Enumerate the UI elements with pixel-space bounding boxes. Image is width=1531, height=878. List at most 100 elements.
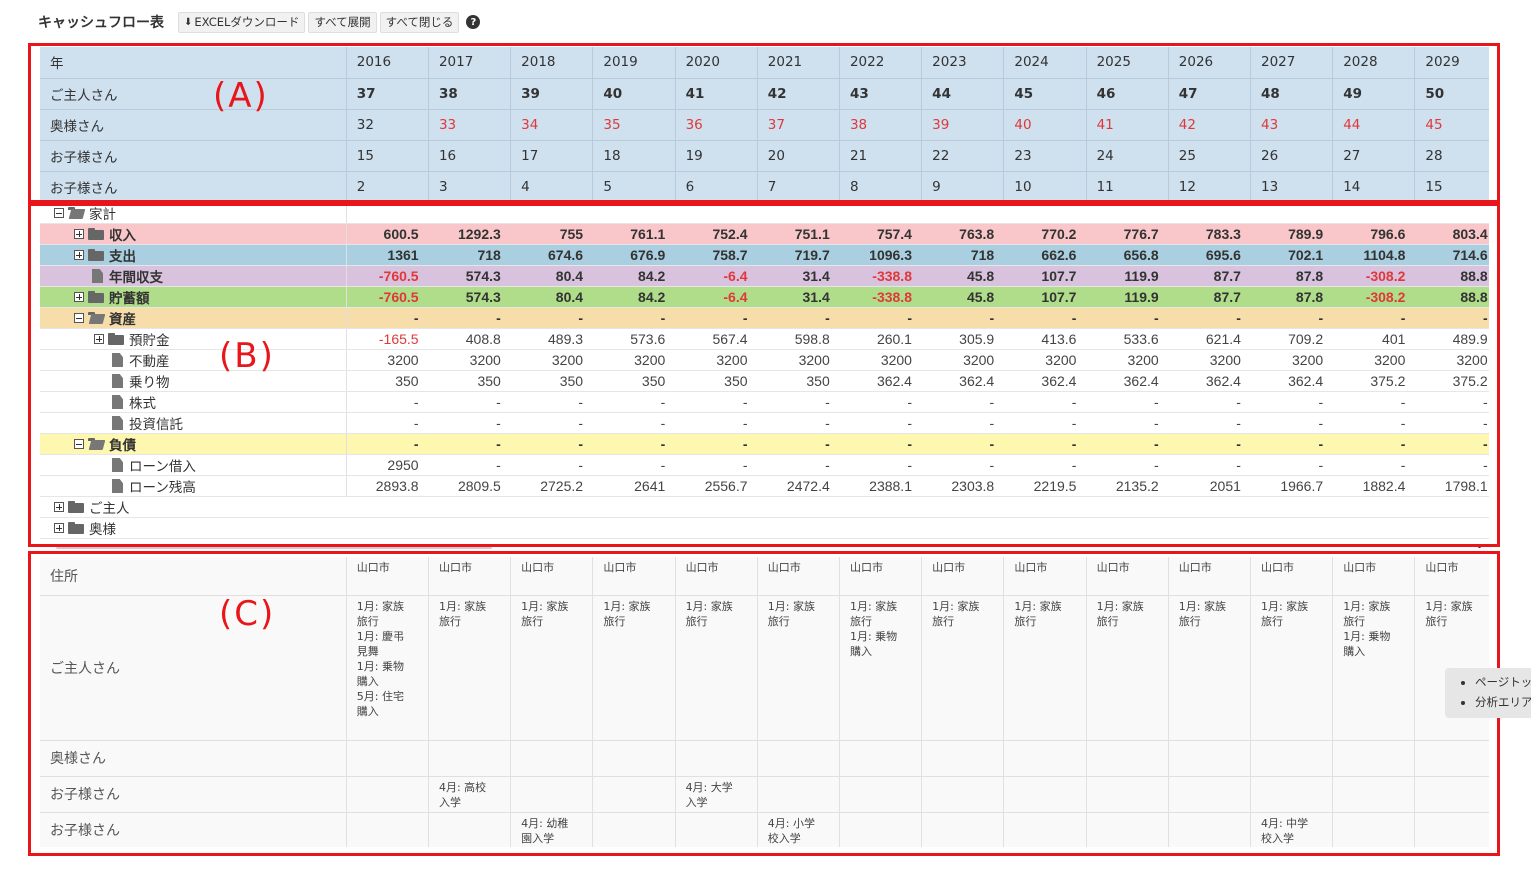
- finance-cell: 770.2: [1004, 223, 1087, 245]
- expand-all-button[interactable]: すべて展開: [308, 11, 377, 33]
- tree-node[interactable]: 乗り物: [40, 371, 345, 391]
- event-cell: [346, 740, 429, 777]
- finance-cell: 489.9: [1415, 328, 1489, 350]
- finance-cell: [921, 203, 1005, 224]
- finance-row-label: 預貯金: [40, 328, 347, 350]
- event-cell: 山口市: [346, 557, 429, 596]
- finance-cell: 695.6: [1168, 244, 1251, 266]
- event-text: 4月: 中学: [1260, 816, 1309, 830]
- finance-cell: 3200: [428, 349, 511, 371]
- event-cell: [1250, 776, 1334, 813]
- finance-cell: -: [839, 433, 922, 455]
- age-cell: 9: [921, 171, 1005, 200]
- tree-node[interactable]: 預貯金: [40, 329, 345, 349]
- tree-node[interactable]: 不動産: [40, 350, 345, 370]
- tree-node[interactable]: 年間収支: [40, 266, 345, 286]
- finance-cell: 3200: [510, 349, 594, 371]
- finance-cell: -: [593, 391, 676, 413]
- tree-node[interactable]: 負債: [40, 434, 345, 454]
- finance-cell: 3200: [1333, 349, 1416, 371]
- finance-cell: 1966.7: [1250, 475, 1334, 497]
- age-row-label: ご主人さん: [40, 78, 347, 110]
- finance-row-label: 不動産: [40, 349, 347, 371]
- finance-cell: 45.8: [921, 286, 1005, 308]
- age-cell: 2024: [1003, 47, 1087, 79]
- age-cell: 41: [1086, 109, 1169, 141]
- event-text: 1月: 乗物: [1343, 629, 1391, 643]
- age-cell: 2017: [428, 47, 512, 79]
- tree-node[interactable]: 収入: [40, 224, 345, 244]
- finance-cell: 3200: [346, 349, 429, 371]
- age-cell: 37: [757, 109, 840, 141]
- event-text: 旅行: [1096, 614, 1119, 628]
- finance-cell: 757.4: [839, 223, 922, 245]
- finance-cell: -: [1415, 433, 1489, 455]
- expand-icon[interactable]: [54, 523, 64, 533]
- expand-icon[interactable]: [54, 502, 64, 512]
- tree-node[interactable]: 奥様: [40, 518, 346, 538]
- event-cell: [510, 740, 594, 777]
- event-cell: 1月: 家族 旅行: [592, 595, 676, 741]
- collapse-icon[interactable]: [74, 439, 84, 449]
- help-icon[interactable]: ?: [466, 15, 481, 29]
- age-cell: 15: [1414, 171, 1489, 200]
- event-cell: [675, 812, 758, 847]
- event-cell: 1月: 家族 旅行 1月: 乗物 購入: [839, 595, 923, 741]
- tree-node[interactable]: お子様: [40, 539, 346, 541]
- finance-cell: -: [1168, 412, 1251, 434]
- age-cell: 40: [1003, 109, 1087, 141]
- event-cell: 4月: 中学 校入学: [1250, 812, 1334, 847]
- tree-node-label: 不動産: [129, 354, 170, 370]
- age-cell: 2: [346, 171, 429, 200]
- finance-row: ローン借入 2950- - - - - - - - - - - - -: [40, 454, 1489, 476]
- tree-node[interactable]: 家計: [40, 203, 345, 223]
- collapse-all-button[interactable]: すべて閉じる: [379, 11, 460, 33]
- finance-row-label: 負債: [40, 433, 347, 455]
- folder-icon: [88, 249, 104, 261]
- tree-node[interactable]: ご主人: [40, 497, 346, 517]
- menu-page-top[interactable]: ページトップ: [1475, 672, 1531, 692]
- event-text: 1月: 家族: [438, 599, 487, 613]
- finance-cell: 803.4: [1415, 223, 1489, 245]
- event-cell: 山口市: [510, 557, 594, 596]
- event-text: 4月: 小学: [767, 816, 815, 830]
- tree-node[interactable]: ローン残高: [40, 476, 345, 496]
- finance-cell: [510, 203, 594, 224]
- age-row-label: 奥様さん: [40, 109, 347, 141]
- expand-icon[interactable]: [74, 250, 84, 260]
- tree-node[interactable]: 投資信託: [40, 413, 345, 433]
- finance-cell: -: [346, 433, 429, 455]
- finance-cell: 107.7: [1004, 265, 1087, 287]
- collapse-icon[interactable]: [74, 313, 84, 323]
- excel-download-button[interactable]: ⬇ EXCELダウンロード: [178, 11, 306, 33]
- finance-cell: -: [1250, 391, 1334, 413]
- tree-node-label: ご主人: [89, 501, 130, 517]
- tree-node[interactable]: ローン借入: [40, 455, 345, 475]
- collapse-icon[interactable]: [54, 208, 64, 218]
- folder-icon: [88, 291, 104, 303]
- menu-analysis-area[interactable]: 分析エリア: [1475, 692, 1531, 712]
- finance-cell: 362.4: [839, 370, 922, 392]
- tree-node[interactable]: 株式: [40, 392, 345, 412]
- finance-cell: 2472.4: [757, 475, 840, 497]
- tree-node[interactable]: 支出: [40, 245, 345, 265]
- finance-cell: 107.7: [1004, 286, 1087, 308]
- tree-node[interactable]: 貯蓄額: [40, 287, 345, 307]
- finance-cell: 87.8: [1250, 286, 1334, 308]
- finance-cell: -: [346, 412, 429, 434]
- expand-icon[interactable]: [74, 292, 84, 302]
- horizontal-scrollbar[interactable]: [56, 544, 492, 549]
- tree-node[interactable]: 資産: [40, 308, 345, 328]
- file-icon: [112, 416, 123, 430]
- event-row: 奥様さん: [40, 740, 1489, 777]
- finance-cell: -: [921, 412, 1005, 434]
- event-text: 4月: 高校: [438, 780, 487, 794]
- finance-cell: -: [1004, 307, 1087, 329]
- finance-cell: 362.4: [1086, 370, 1169, 392]
- finance-cell: 362.4: [921, 370, 1005, 392]
- event-cell: 山口市: [428, 557, 512, 596]
- expand-icon[interactable]: [94, 334, 104, 344]
- event-text: 旅行: [932, 614, 955, 628]
- expand-icon[interactable]: [74, 229, 84, 239]
- finance-cell: 87.8: [1250, 265, 1334, 287]
